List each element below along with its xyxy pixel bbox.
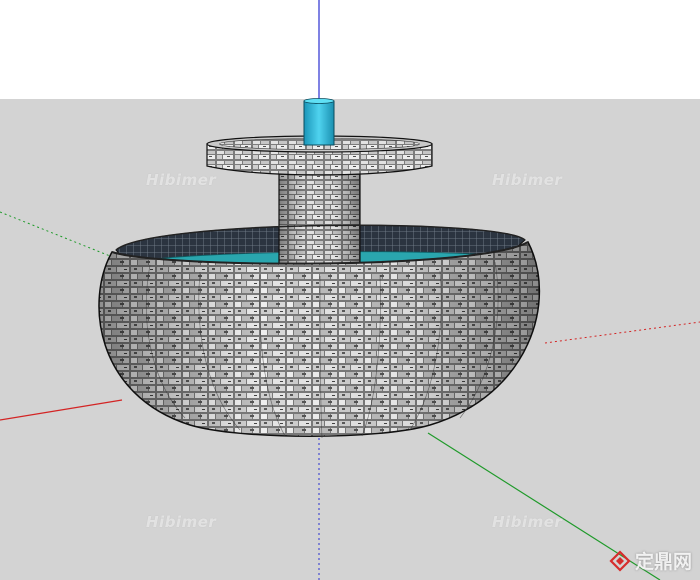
modeling-viewport[interactable]: Hibimer Hibimer Hibimer Hibimer 定鼎网 <box>0 0 700 580</box>
water-pipe <box>303 98 335 146</box>
watermark: Hibimer <box>492 171 563 189</box>
watermark: Hibimer <box>146 513 217 531</box>
watermark: Hibimer <box>492 513 563 531</box>
diamond-logo-icon <box>609 549 631 572</box>
center-column <box>278 169 361 272</box>
scene-canvas[interactable] <box>0 0 700 580</box>
watermark: Hibimer <box>146 171 217 189</box>
brand-text: 定鼎网 <box>634 551 692 573</box>
brand-watermark: 定鼎网 <box>609 547 692 574</box>
sky <box>0 0 700 99</box>
